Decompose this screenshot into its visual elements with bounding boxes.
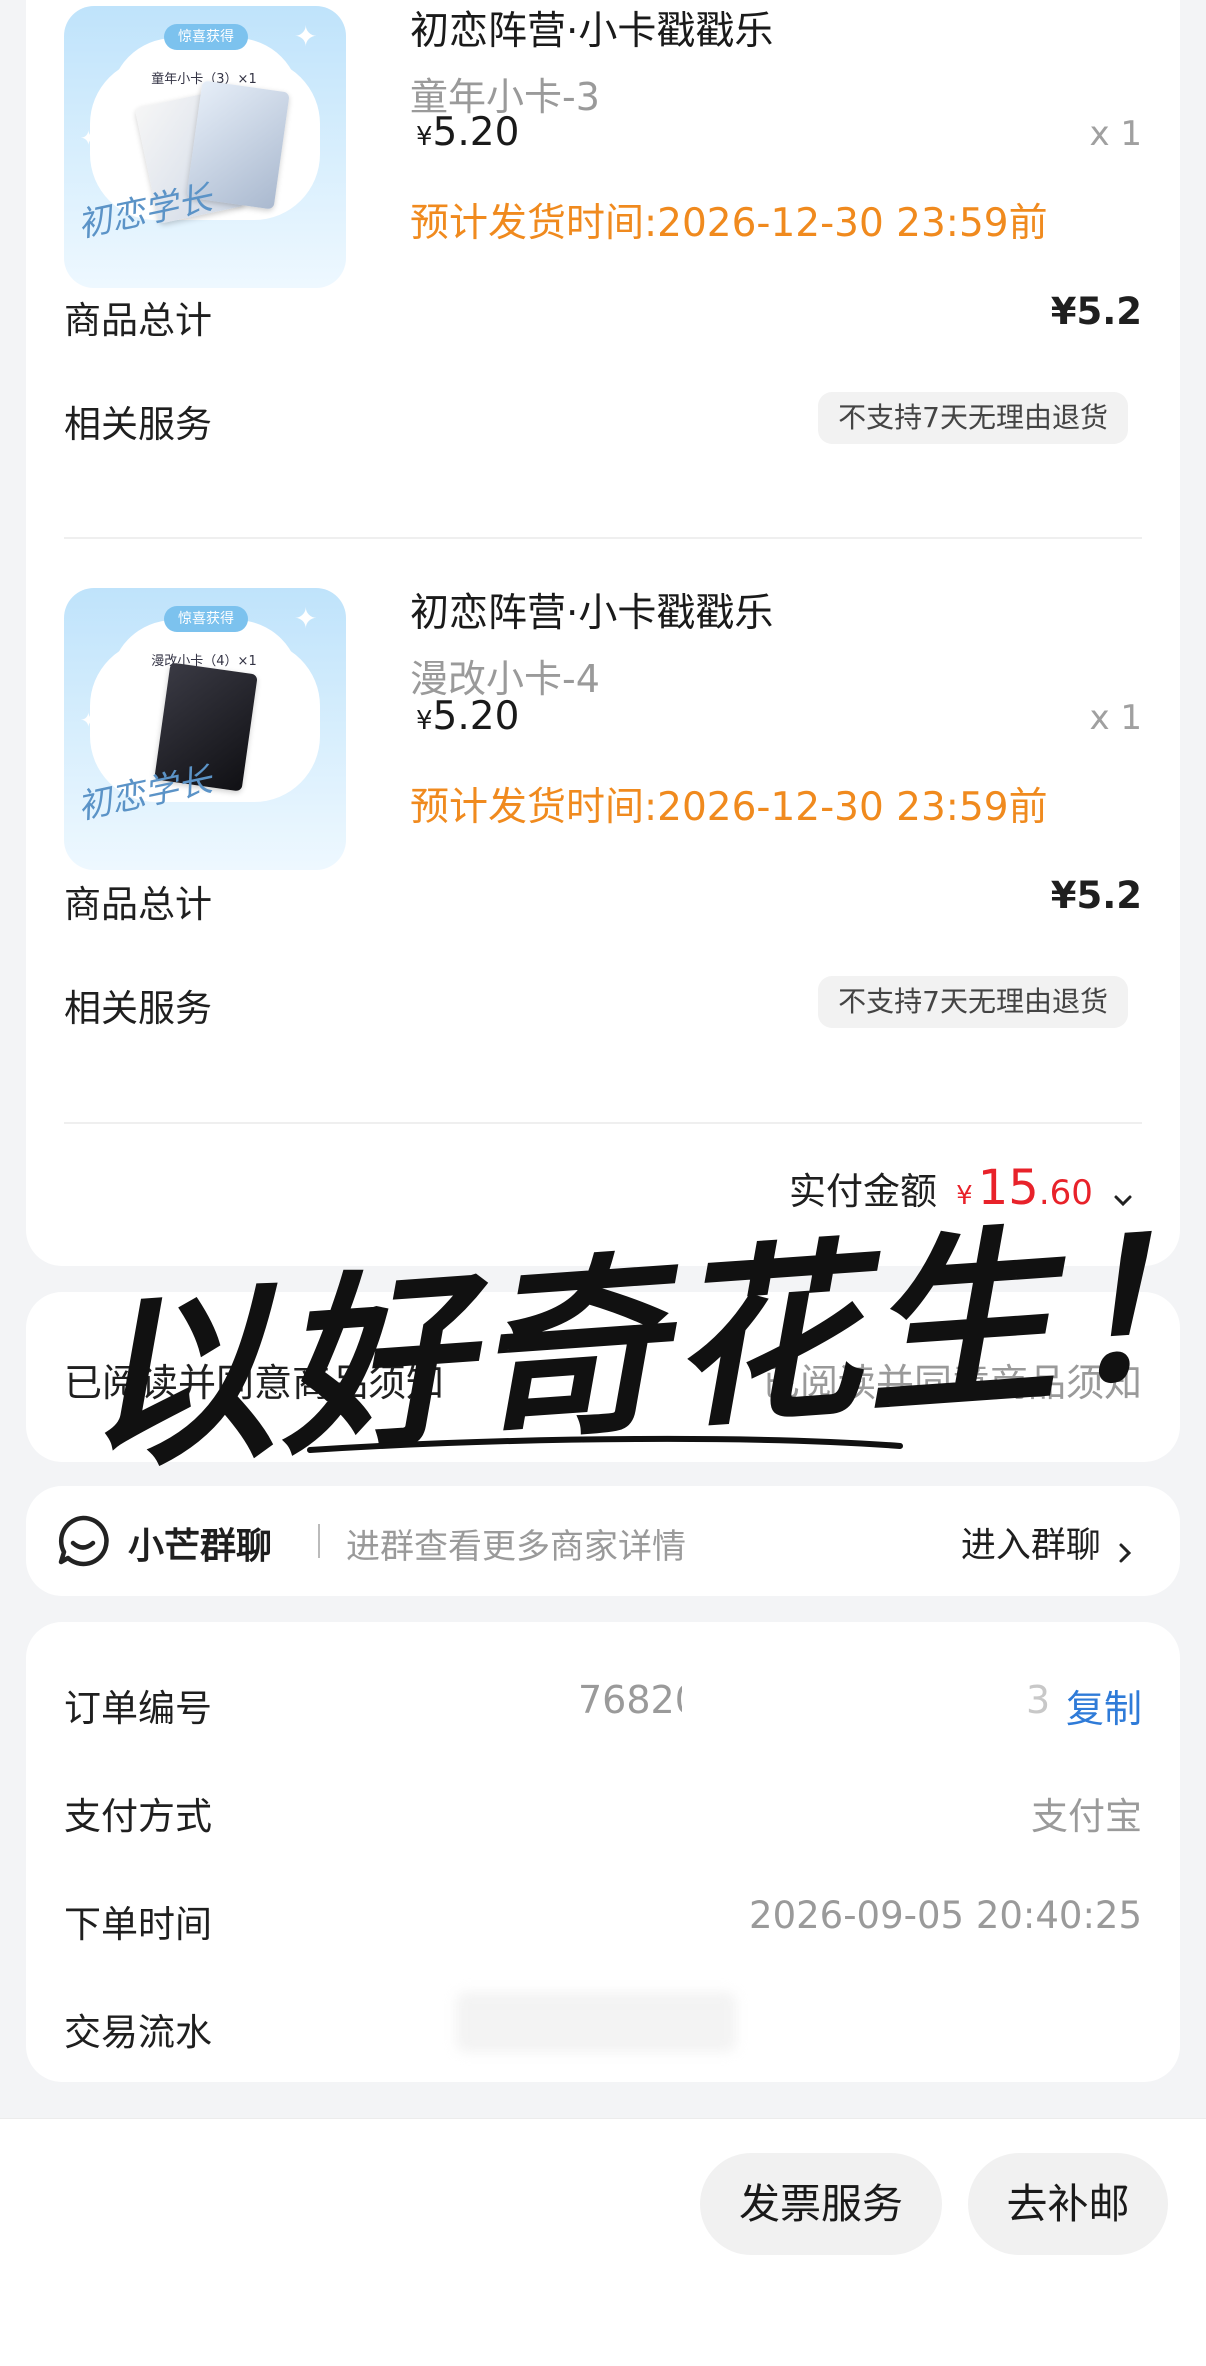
order-no-label: 订单编号: [64, 1687, 212, 1730]
thumb-tag: 惊喜获得: [164, 24, 248, 50]
sparkle-icon: ✦: [294, 602, 318, 635]
shipping-estimate: 预计发货时间:2026-12-30 23:59前: [410, 201, 1048, 246]
product-quantity: x 1: [1089, 114, 1142, 154]
total-integer: 15: [977, 1160, 1039, 1216]
trade-flow-redacted: [456, 1992, 736, 2052]
subtotal-label: 商品总计: [64, 299, 212, 342]
trade-flow-label: 交易流水: [64, 2011, 212, 2054]
pay-method-label: 支付方式: [64, 1795, 212, 1838]
bottom-action-bar: 发票服务 去补邮: [0, 2118, 1206, 2366]
agreement-label: 已阅读并同意商品须知: [64, 1361, 445, 1405]
chevron-down-icon: [1114, 1195, 1132, 1206]
divider: [64, 537, 1142, 539]
total-currency: ¥: [956, 1181, 973, 1211]
product-price: ¥5.20: [416, 694, 519, 739]
subtotal-value: ¥5.2: [1050, 874, 1142, 917]
total-label: 实付金额: [789, 1170, 938, 1213]
order-no-value: 76820: [578, 1678, 699, 1722]
subtotal-label: 商品总计: [64, 883, 212, 926]
invoice-service-button[interactable]: 发票服务: [700, 2153, 942, 2255]
shipping-estimate: 预计发货时间:2026-12-30 23:59前: [410, 785, 1048, 830]
agreement-status: 已阅读并同意商品须知: [761, 1361, 1142, 1405]
total-row[interactable]: 实付金额 ¥ 15.60: [789, 1160, 1136, 1216]
separator: [318, 1524, 320, 1558]
service-badge[interactable]: 不支持7天无理由退货: [818, 976, 1128, 1028]
order-time-value: 2026-09-05 20:40:25: [749, 1894, 1142, 1937]
product-quantity: x 1: [1089, 698, 1142, 738]
service-label: 相关服务: [64, 403, 212, 446]
agreement-card[interactable]: 已阅读并同意商品须知 已阅读并同意商品须知: [26, 1292, 1180, 1462]
service-badge[interactable]: 不支持7天无理由退货: [818, 392, 1128, 444]
chat-bubble-icon: [58, 1515, 109, 1567]
enter-group-label: 进入群聊: [960, 1526, 1101, 1566]
product-image[interactable]: 惊喜获得 漫改小卡（4）×1 初恋学长 ✦ ✦: [64, 588, 346, 870]
service-label: 相关服务: [64, 987, 212, 1030]
order-time-label: 下单时间: [64, 1903, 212, 1946]
currency-symbol: ¥: [416, 706, 433, 736]
order-no-redaction: [682, 1672, 1022, 1732]
chevron-right-icon: [1119, 1543, 1132, 1562]
sparkle-icon: ✦: [80, 126, 97, 150]
group-chat-desc: 进群查看更多商家详情: [346, 1527, 686, 1567]
product-title[interactable]: 初恋阵营·小卡戳戳乐: [410, 582, 773, 638]
sparkle-icon: ✦: [80, 708, 97, 732]
order-no-head: 76820: [578, 1678, 699, 1722]
price-value: 5.20: [432, 694, 520, 739]
divider: [64, 1122, 1142, 1124]
currency-symbol: ¥: [416, 122, 433, 152]
order-items-card: 惊喜获得 童年小卡（3）×1 初恋学长 ✦ ✦ 初恋阵营·小卡戳戳乐 童年小卡-…: [26, 0, 1180, 1266]
group-chat-card[interactable]: 小芒群聊 进群查看更多商家详情 进入群聊: [26, 1486, 1180, 1596]
enter-group-button[interactable]: 进入群聊: [961, 1517, 1136, 1568]
repost-button[interactable]: 去补邮: [968, 2153, 1168, 2255]
pay-method-value: 支付宝: [1031, 1795, 1142, 1838]
order-info-card: 订单编号 76820 3 复制 支付方式 支付宝 下单时间 2026-09-05…: [26, 1622, 1180, 2082]
product-image[interactable]: 惊喜获得 童年小卡（3）×1 初恋学长 ✦ ✦: [64, 6, 346, 288]
order-no-tail: 3: [1026, 1678, 1051, 1722]
product-title[interactable]: 初恋阵营·小卡戳戳乐: [410, 0, 773, 56]
sparkle-icon: ✦: [294, 20, 318, 53]
subtotal-value: ¥5.2: [1050, 290, 1142, 333]
copy-button[interactable]: 复制: [1066, 1678, 1142, 1733]
group-chat-name: 小芒群聊: [128, 1526, 273, 1567]
thumb-tag: 惊喜获得: [164, 606, 248, 632]
total-decimal: .60: [1038, 1173, 1093, 1213]
price-value: 5.20: [432, 110, 520, 155]
product-price: ¥5.20: [416, 110, 519, 155]
